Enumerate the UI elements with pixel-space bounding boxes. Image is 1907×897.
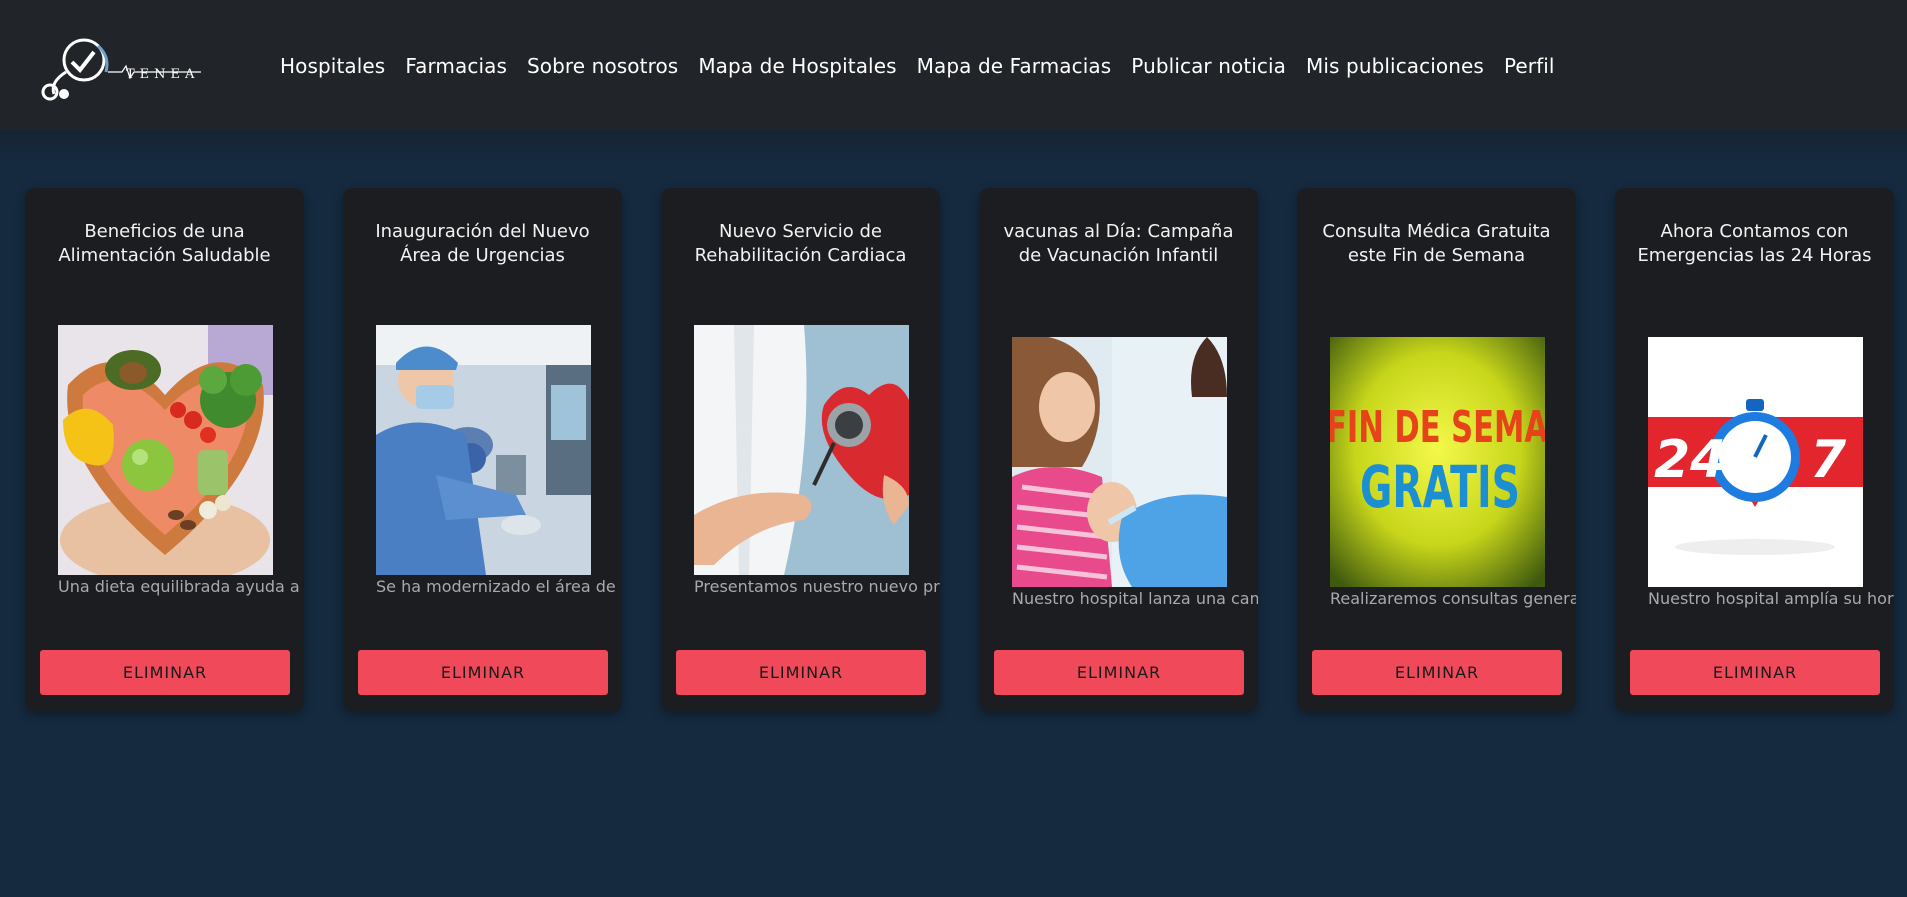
24-7-stopwatch-image: 24 7 [1648,337,1863,587]
card-title: Beneficios de una Alimentación Saludable [58,221,271,266]
nav-links: Hospitales Farmacias Sobre nosotros Mapa… [280,49,1575,83]
child-vaccination-image [1012,337,1227,587]
logo-brand-text: TENEA [126,67,199,82]
delete-button[interactable]: ELIMINAR [994,650,1244,695]
card-description: Se ha modernizado el área de ur [376,577,622,596]
nav-link-publicar-noticia[interactable]: Publicar noticia [1131,54,1286,78]
card-title: Nuevo Servicio de Rehabilitación Cardiac… [694,221,907,266]
24-text: 24 [1654,430,1726,490]
card-description: Nuestro hospital lanza una cam [1012,589,1258,608]
card-title: Inauguración del Nuevo Área de Urgencias [375,221,590,266]
nav-link-mapa-hospitales[interactable]: Mapa de Hospitales [698,54,896,78]
nav-link-perfil[interactable]: Perfil [1504,54,1555,78]
news-card: Beneficios de una Alimentación Saludable [25,188,304,711]
nav-link-farmacias[interactable]: Farmacias [405,54,507,78]
delete-button[interactable]: ELIMINAR [1312,650,1562,695]
nav-link-hospitales[interactable]: Hospitales [280,54,385,78]
news-card: Inauguración del Nuevo Área de Urgencias… [343,188,622,711]
news-card: vacunas al Día: Campaña de Vacunación In… [979,188,1258,711]
fin-de-semana-gratis-image: FIN DE SEMA GRATIS [1330,337,1545,587]
nav-link-mapa-farmacias[interactable]: Mapa de Farmacias [917,54,1112,78]
delete-button[interactable]: ELIMINAR [1630,650,1880,695]
gratis-text: GRATIS [1360,453,1520,521]
7-text: 7 [1810,430,1847,490]
delete-button[interactable]: ELIMINAR [358,650,608,695]
navbar-shadow [0,130,1907,162]
delete-button[interactable]: ELIMINAR [40,650,290,695]
navbar: TENEA Hospitales Farmacias Sobre nosotro… [0,0,1907,130]
card-description: Presentamos nuestro nuevo pro [694,577,940,596]
card-description: Una dieta equilibrada ayuda a pr [58,577,304,596]
nav-link-mis-publicaciones[interactable]: Mis publicaciones [1306,54,1484,78]
news-card: Nuevo Servicio de Rehabilitación Cardiac… [661,188,940,711]
card-title: Consulta Médica Gratuita este Fin de Sem… [1322,221,1551,266]
healthy-food-heart-image [58,325,273,575]
card-description: Realizaremos consultas general [1330,589,1576,608]
card-title: vacunas al Día: Campaña de Vacunación In… [1003,221,1234,266]
nav-link-sobre-nosotros[interactable]: Sobre nosotros [527,54,678,78]
news-card: Ahora Contamos con Emergencias las 24 Ho… [1615,188,1894,711]
tenea-logo[interactable]: TENEA [36,32,206,106]
delete-button[interactable]: ELIMINAR [676,650,926,695]
stethoscope-heart-image [694,325,909,575]
card-title: Ahora Contamos con Emergencias las 24 Ho… [1637,221,1872,266]
surgeon-operating-room-image [376,325,591,575]
news-card: Consulta Médica Gratuita este Fin de Sem… [1297,188,1576,711]
card-description: Nuestro hospital amplía su hora [1648,589,1894,608]
fin-de-semana-text: FIN DE SEMA [1330,402,1545,453]
